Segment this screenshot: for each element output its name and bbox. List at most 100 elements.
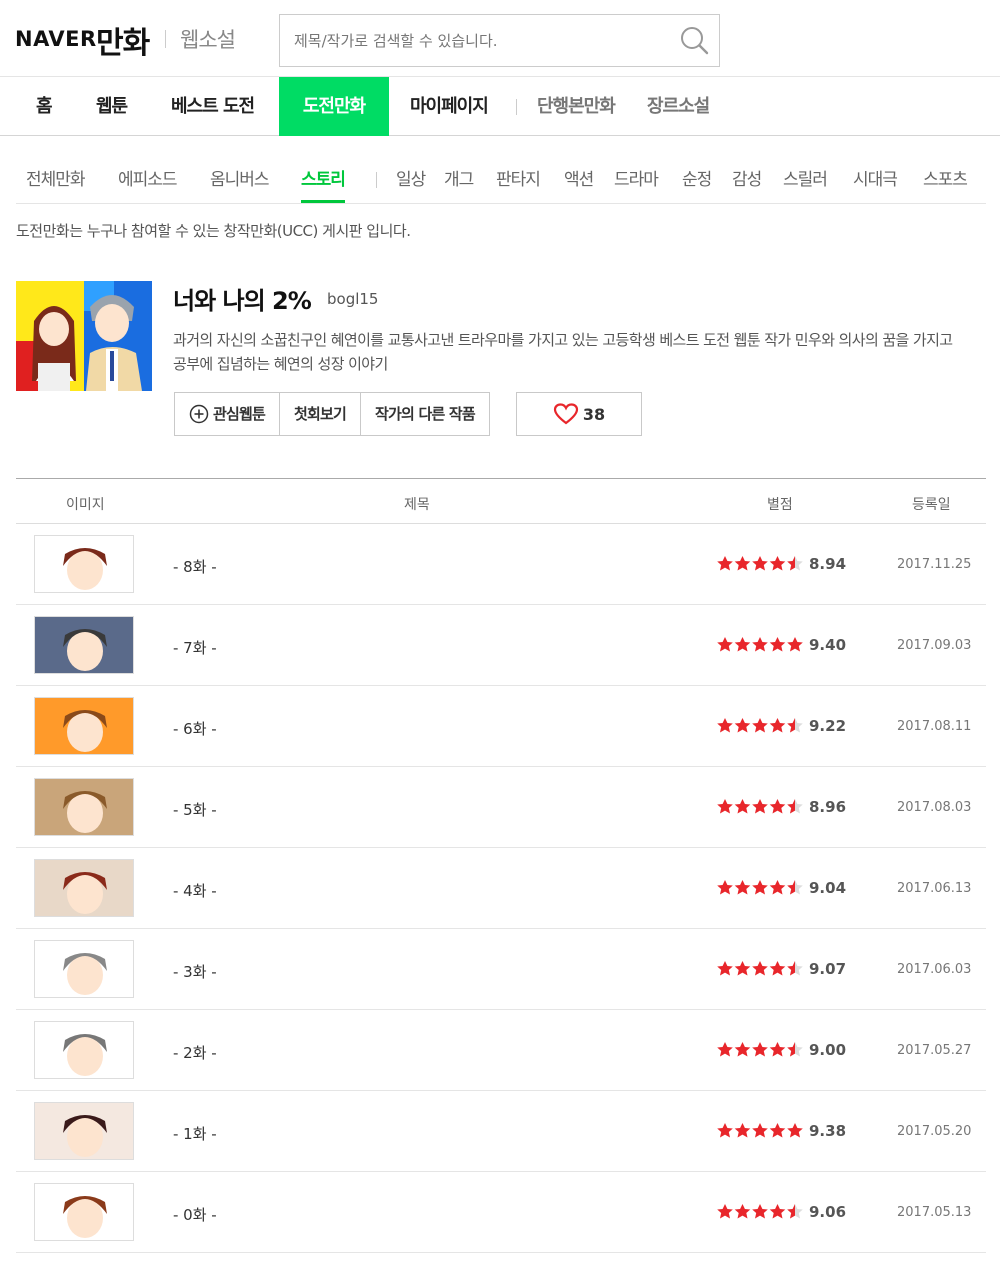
- like-button[interactable]: 38: [516, 392, 642, 436]
- tab-action[interactable]: 액션: [564, 162, 594, 203]
- rating-score: 8.94: [809, 555, 847, 573]
- search-icon[interactable]: [680, 26, 710, 56]
- episode-thumbnail[interactable]: [34, 1021, 134, 1079]
- episode-title[interactable]: - 5화 -: [173, 799, 217, 820]
- webnovel-link[interactable]: 웹소설: [180, 24, 236, 54]
- comic-actions: 관심웹툰 첫회보기 작가의 다른 작품: [174, 392, 490, 436]
- star-rating: [717, 1042, 803, 1057]
- episode-title[interactable]: - 0화 -: [173, 1204, 217, 1225]
- star-rating: [717, 961, 803, 976]
- table-header: 이미지 제목 별점 등록일: [16, 478, 986, 524]
- rating-score: 9.04: [809, 879, 847, 897]
- rating-score: 9.00: [809, 1041, 847, 1059]
- category-tabs: 전체만화 에피소드 옴니버스 스토리 일상 개그 판타지 액션 드라마 순정 감…: [16, 162, 986, 204]
- star-rating: [717, 637, 803, 652]
- comic-author[interactable]: bogl15: [327, 290, 378, 308]
- table-row[interactable]: - 7화 - 9.40 2017.09.03: [16, 605, 986, 686]
- episode-date: 2017.05.27: [897, 1043, 972, 1058]
- main-nav: 홈 웹툰 베스트 도전 도전만화 마이페이지 단행본만화 장르소설: [0, 76, 1000, 136]
- first-episode-button[interactable]: 첫회보기: [280, 393, 362, 435]
- rating-score: 9.38: [809, 1122, 847, 1140]
- tab-divider: [376, 172, 377, 188]
- table-row[interactable]: - 8화 - 8.94 2017.11.25: [16, 524, 986, 605]
- episode-date: 2017.11.25: [897, 557, 972, 572]
- tab-romance[interactable]: 순정: [682, 162, 712, 203]
- nav-genre-novel[interactable]: 장르소설: [647, 77, 710, 136]
- episode-title[interactable]: - 4화 -: [173, 880, 217, 901]
- star-rating: [717, 718, 803, 733]
- rating-score: 8.96: [809, 798, 847, 816]
- comic-thumbnail[interactable]: [16, 281, 152, 391]
- rating-score: 9.06: [809, 1203, 847, 1221]
- star-rating: [717, 556, 803, 571]
- tab-fantasy[interactable]: 판타지: [496, 162, 541, 203]
- tab-historical[interactable]: 시대극: [853, 162, 898, 203]
- table-row[interactable]: - 5화 - 8.96 2017.08.03: [16, 767, 986, 848]
- header-rating: 별점: [767, 497, 793, 513]
- heart-icon: [553, 403, 578, 425]
- episode-thumbnail[interactable]: [34, 1183, 134, 1241]
- logo-divider: [165, 30, 166, 48]
- table-row[interactable]: - 6화 - 9.22 2017.08.11: [16, 686, 986, 767]
- nav-home[interactable]: 홈: [36, 77, 53, 136]
- nav-divider: [516, 99, 517, 115]
- tab-story[interactable]: 스토리: [301, 162, 346, 203]
- episode-list: - 8화 - 8.94 2017.11.25 - 7화 - 9.40 2017.…: [16, 524, 986, 1253]
- episode-thumbnail[interactable]: [34, 940, 134, 998]
- nav-volume-comic[interactable]: 단행본만화: [537, 77, 616, 136]
- comic-logo[interactable]: 만화: [96, 18, 150, 62]
- episode-date: 2017.06.03: [897, 962, 972, 977]
- naver-logo[interactable]: NAVER: [15, 27, 97, 51]
- tab-daily[interactable]: 일상: [396, 162, 426, 203]
- episode-date: 2017.05.20: [897, 1124, 972, 1139]
- episode-thumbnail[interactable]: [34, 1102, 134, 1160]
- header-date: 등록일: [912, 497, 951, 513]
- episode-thumbnail[interactable]: [34, 778, 134, 836]
- tab-sports[interactable]: 스포츠: [923, 162, 968, 203]
- nav-best-challenge[interactable]: 베스트 도전: [171, 77, 255, 136]
- episode-date: 2017.05.13: [897, 1205, 972, 1220]
- nav-mypage[interactable]: 마이페이지: [410, 77, 489, 136]
- tab-thriller[interactable]: 스릴러: [783, 162, 828, 203]
- rating-score: 9.22: [809, 717, 847, 735]
- episode-date: 2017.09.03: [897, 638, 972, 653]
- episode-thumbnail[interactable]: [34, 616, 134, 674]
- episode-title[interactable]: - 7화 -: [173, 637, 217, 658]
- tab-drama[interactable]: 드라마: [614, 162, 659, 203]
- episode-table: 이미지 제목 별점 등록일 - 8화 - 8.94 2017.11.25 - 7…: [16, 478, 986, 1253]
- header: NAVER 만화 웹소설: [0, 0, 1000, 78]
- table-row[interactable]: - 0화 - 9.06 2017.05.13: [16, 1172, 986, 1253]
- rating-score: 9.07: [809, 960, 847, 978]
- star-rating: [717, 1123, 803, 1138]
- episode-title[interactable]: - 2화 -: [173, 1042, 217, 1063]
- episode-thumbnail[interactable]: [34, 535, 134, 593]
- episode-title[interactable]: - 3화 -: [173, 961, 217, 982]
- tab-episode[interactable]: 에피소드: [118, 162, 178, 203]
- other-works-button[interactable]: 작가의 다른 작품: [361, 393, 489, 435]
- favorite-label: 관심웹툰: [213, 405, 266, 423]
- episode-title[interactable]: - 6화 -: [173, 718, 217, 739]
- table-row[interactable]: - 3화 - 9.07 2017.06.03: [16, 929, 986, 1010]
- episode-thumbnail[interactable]: [34, 697, 134, 755]
- episode-thumbnail[interactable]: [34, 859, 134, 917]
- table-row[interactable]: - 1화 - 9.38 2017.05.20: [16, 1091, 986, 1172]
- episode-date: 2017.06.13: [897, 881, 972, 896]
- nav-webtoon[interactable]: 웹툰: [96, 77, 128, 136]
- table-row[interactable]: - 4화 - 9.04 2017.06.13: [16, 848, 986, 929]
- favorite-button[interactable]: 관심웹툰: [175, 393, 281, 435]
- tab-all[interactable]: 전체만화: [26, 162, 86, 203]
- episode-title[interactable]: - 8화 -: [173, 556, 217, 577]
- tab-omnibus[interactable]: 옴니버스: [210, 162, 270, 203]
- plus-circle-icon: [189, 404, 209, 424]
- episode-title[interactable]: - 1화 -: [173, 1123, 217, 1144]
- rating-score: 9.40: [809, 636, 847, 654]
- table-row[interactable]: - 2화 - 9.00 2017.05.27: [16, 1010, 986, 1091]
- nav-challenge-comic[interactable]: 도전만화: [279, 77, 389, 136]
- like-count: 38: [582, 404, 606, 424]
- star-rating: [717, 880, 803, 895]
- episode-date: 2017.08.11: [897, 719, 972, 734]
- tab-gag[interactable]: 개그: [444, 162, 474, 203]
- comic-title: 너와 나의 2%: [173, 287, 312, 315]
- tab-emotion[interactable]: 감성: [732, 162, 762, 203]
- search-input[interactable]: [294, 29, 674, 53]
